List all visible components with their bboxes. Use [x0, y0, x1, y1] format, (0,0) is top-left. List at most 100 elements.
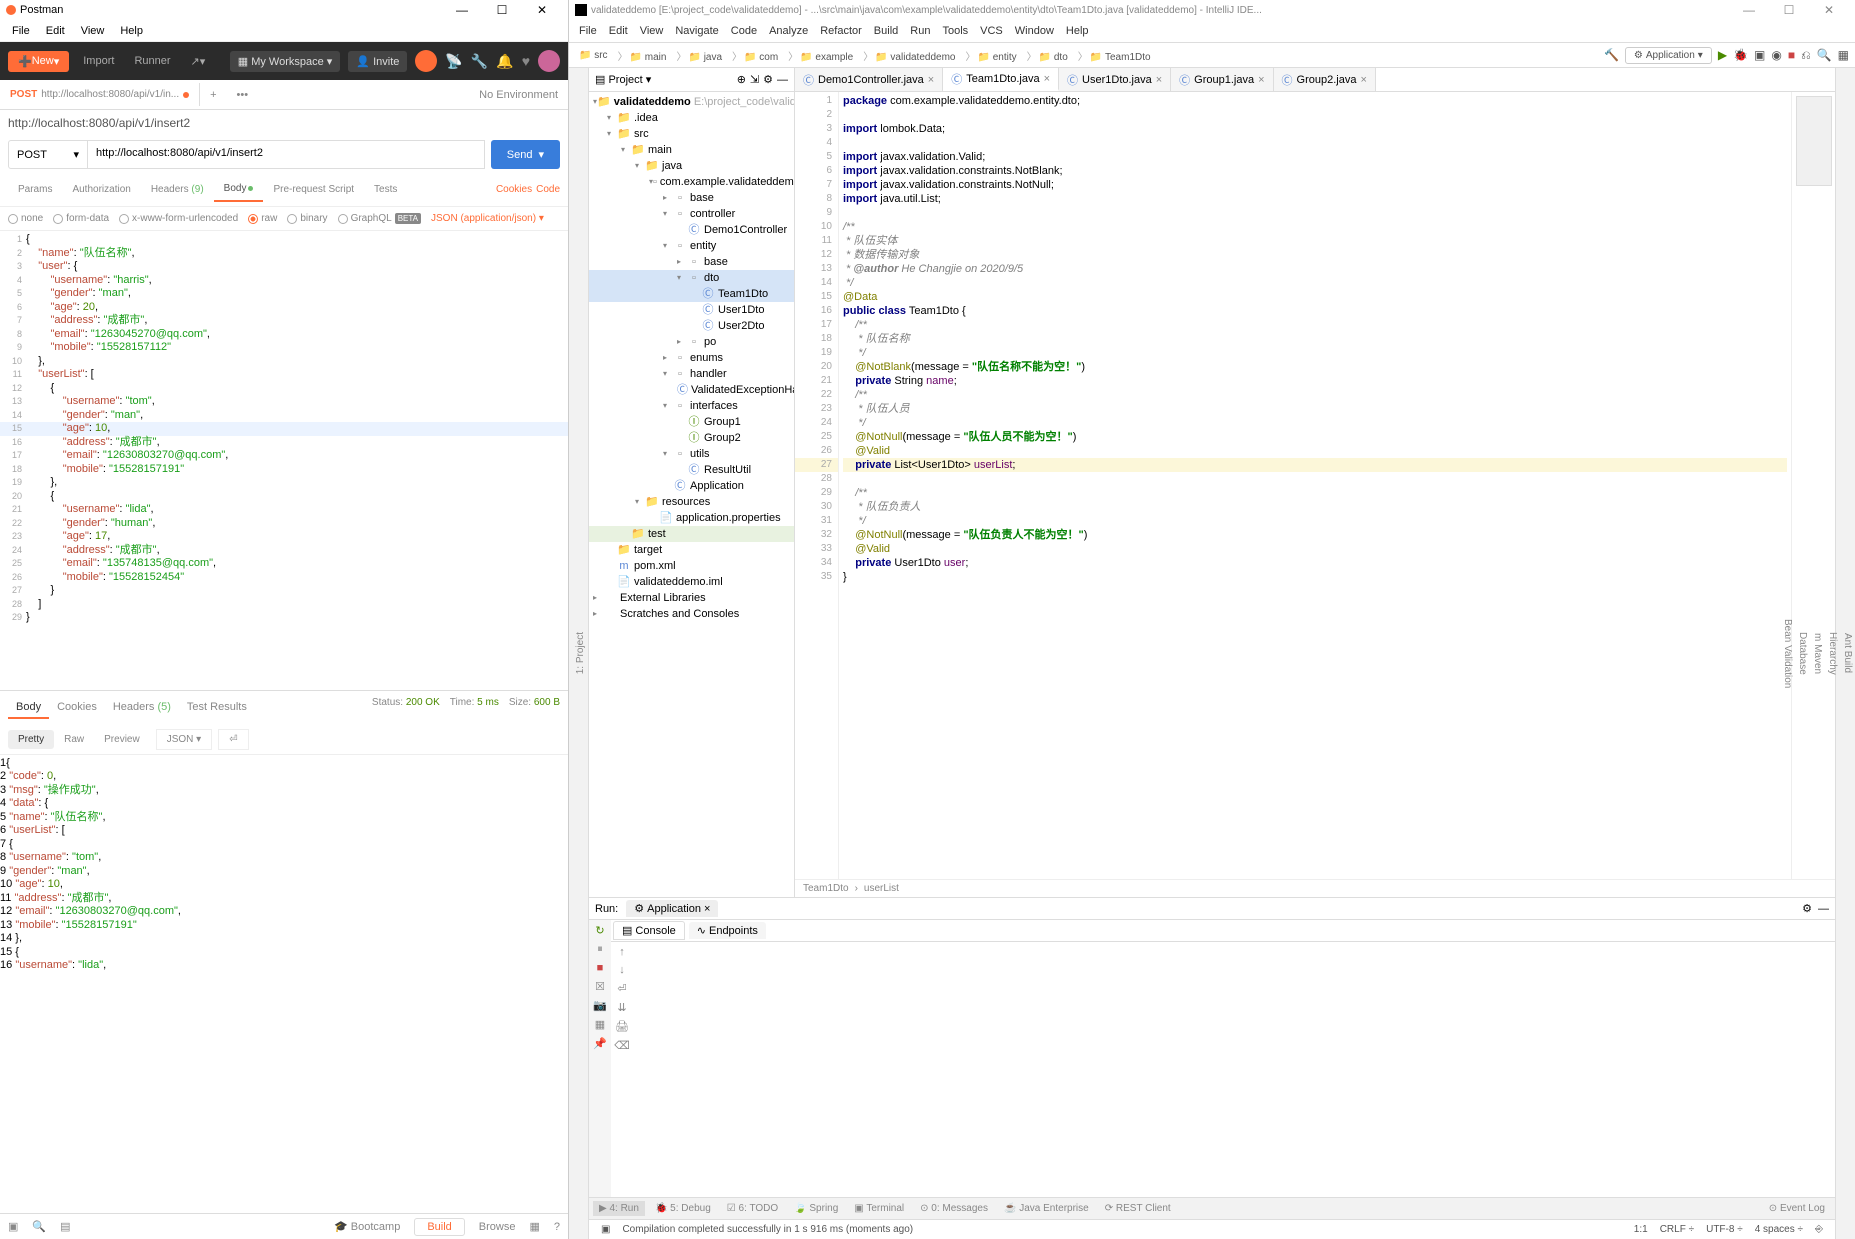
crumb[interactable]: 〉📁 com: [726, 46, 782, 65]
menu-help[interactable]: Help: [1060, 23, 1095, 39]
bottom-tab[interactable]: 🐞 5: Debug: [649, 1201, 717, 1216]
menu-analyze[interactable]: Analyze: [763, 23, 814, 39]
tree-node[interactable]: 📁target: [589, 542, 794, 558]
capture-icon[interactable]: 📡: [445, 53, 462, 70]
tree-node[interactable]: ⒾGroup1: [589, 414, 794, 430]
stop-icon[interactable]: ■: [1788, 48, 1795, 62]
tree-node[interactable]: ▸▫enums: [589, 350, 794, 366]
layout-icon[interactable]: ▦: [595, 1018, 605, 1031]
tree-node[interactable]: ⒸUser1Dto: [589, 302, 794, 318]
settings-icon[interactable]: ▦: [1838, 48, 1849, 62]
notifications-icon[interactable]: 🔔: [496, 53, 513, 70]
tree-node[interactable]: ▸▫po: [589, 334, 794, 350]
tree-node[interactable]: ▾📁main: [589, 142, 794, 158]
tree-node[interactable]: 📄validateddemo.iml: [589, 574, 794, 590]
menu-navigate[interactable]: Navigate: [669, 23, 724, 39]
exit-icon[interactable]: ☒: [595, 980, 605, 993]
response-body-editor[interactable]: 1{2 "code": 0,3 "msg": "操作成功",4 "data": …: [0, 754, 568, 1214]
right-gutter-tab[interactable]: Database: [1795, 626, 1810, 681]
body-formdata[interactable]: form-data: [53, 213, 109, 224]
event-log-tab[interactable]: ⊙ Event Log: [1763, 1201, 1831, 1216]
run-gear-icon[interactable]: ⚙: [1802, 902, 1812, 915]
tree-node[interactable]: ▾▫com.example.validateddemo: [589, 174, 794, 190]
find-icon[interactable]: 🔍: [32, 1220, 46, 1233]
console-tab[interactable]: ▤ Console: [613, 921, 685, 940]
menu-file[interactable]: File: [4, 23, 38, 39]
rerun-icon[interactable]: ↻: [595, 924, 604, 937]
open-new-icon[interactable]: ↗▾: [181, 51, 216, 72]
stop-icon[interactable]: ■: [597, 962, 604, 974]
menu-vcs[interactable]: VCS: [974, 23, 1009, 39]
cookies-link[interactable]: Cookies: [496, 184, 532, 195]
runner-button[interactable]: Runner: [124, 51, 180, 71]
wrap-icon[interactable]: ⏎: [617, 982, 626, 995]
tree-node[interactable]: mpom.xml: [589, 558, 794, 574]
environment-selector[interactable]: No Environment: [469, 83, 568, 107]
menu-refactor[interactable]: Refactor: [814, 23, 868, 39]
view-pretty[interactable]: Pretty: [8, 730, 54, 749]
tree-node[interactable]: ▾📁src: [589, 126, 794, 142]
request-body-editor[interactable]: 1{2 "name": "队伍名称",3 "user": {4 "usernam…: [0, 230, 568, 690]
view-raw[interactable]: Raw: [54, 730, 94, 749]
build-icon[interactable]: 🔨: [1604, 48, 1619, 62]
body-xwww[interactable]: x-www-form-urlencoded: [119, 213, 238, 224]
editor-tab[interactable]: Ⓒ Group2.java ×: [1274, 68, 1376, 91]
build-toggle[interactable]: Build: [414, 1218, 464, 1236]
tree-node[interactable]: ▾▫dto: [589, 270, 794, 286]
menu-run[interactable]: Run: [904, 23, 936, 39]
send-button[interactable]: Send▾: [491, 140, 560, 169]
up-icon[interactable]: ↑: [619, 946, 625, 958]
scroll-icon[interactable]: ⇊: [617, 1001, 626, 1014]
code-editor[interactable]: 1234567891011121314151617181920212223242…: [795, 92, 1835, 879]
crumb[interactable]: 〉📁 java: [670, 46, 726, 65]
settings-icon[interactable]: 🔧: [471, 53, 488, 70]
menu-edit[interactable]: Edit: [38, 23, 73, 39]
body-binary[interactable]: binary: [287, 213, 327, 224]
run-icon[interactable]: ▶: [1718, 48, 1727, 62]
resp-tab-cookies[interactable]: Cookies: [49, 697, 105, 719]
bottom-tab[interactable]: ☑ 6: TODO: [721, 1201, 784, 1216]
project-label[interactable]: ▤ Project ▾: [595, 73, 651, 86]
menu-tools[interactable]: Tools: [936, 23, 974, 39]
tree-node[interactable]: ⒸTeam1Dto: [589, 286, 794, 302]
tree-node[interactable]: ▾📁java: [589, 158, 794, 174]
tree-node[interactable]: ▸External Libraries: [589, 590, 794, 606]
console-output[interactable]: [633, 942, 1835, 1197]
bottom-tab[interactable]: ▣ Terminal: [848, 1201, 910, 1216]
invite-button[interactable]: 👤 Invite: [348, 51, 407, 72]
tab-prereq[interactable]: Pre-request Script: [263, 178, 364, 201]
tab-options-button[interactable]: •••: [227, 83, 259, 107]
aim-icon[interactable]: ⊕: [737, 73, 746, 86]
tab-headers[interactable]: Headers (9): [141, 178, 214, 201]
crumb[interactable]: 〉📁 Team1Dto: [1072, 46, 1155, 65]
tree-node[interactable]: ⒸResultUtil: [589, 462, 794, 478]
tree-node[interactable]: ⒸUser2Dto: [589, 318, 794, 334]
close-button[interactable]: ✕: [1809, 3, 1849, 17]
tree-node[interactable]: ⒾGroup2: [589, 430, 794, 446]
profile-icon[interactable]: ◉: [1771, 48, 1781, 62]
minimap[interactable]: [1791, 92, 1835, 879]
right-gutter-tab[interactable]: Hierarchy: [1825, 626, 1840, 681]
vcs-icon[interactable]: ⎌: [1801, 48, 1811, 63]
crumb[interactable]: 〉📁 dto: [1021, 46, 1072, 65]
bottom-tab[interactable]: ⊙ 0: Messages: [914, 1201, 994, 1216]
tree-node[interactable]: ▾▫handler: [589, 366, 794, 382]
right-gutter-tab[interactable]: m Maven: [1810, 627, 1825, 680]
menu-view[interactable]: View: [73, 23, 113, 39]
maximize-button[interactable]: ☐: [482, 3, 522, 17]
body-content-type[interactable]: JSON (application/json) ▾: [431, 213, 544, 224]
editor-tab[interactable]: Ⓒ Team1Dto.java ×: [943, 68, 1059, 91]
tree-node[interactable]: 📄application.properties: [589, 510, 794, 526]
view-format[interactable]: JSON ▾: [156, 729, 212, 750]
bottom-tab[interactable]: ⟳ REST Client: [1099, 1201, 1177, 1216]
tree-node[interactable]: ▸▫base: [589, 254, 794, 270]
pin-icon[interactable]: 📌: [593, 1037, 607, 1050]
down-icon[interactable]: ↓: [619, 964, 625, 976]
editor-tab[interactable]: Ⓒ Group1.java ×: [1171, 68, 1273, 91]
sidebar-toggle-icon[interactable]: ▣: [8, 1220, 18, 1233]
help-icon[interactable]: ?: [554, 1221, 560, 1233]
tree-node[interactable]: ⒸValidatedExceptionHandl: [589, 382, 794, 398]
tree-node[interactable]: ⒸApplication: [589, 478, 794, 494]
layout-icon[interactable]: ▦: [529, 1220, 539, 1233]
tab-auth[interactable]: Authorization: [62, 178, 140, 201]
